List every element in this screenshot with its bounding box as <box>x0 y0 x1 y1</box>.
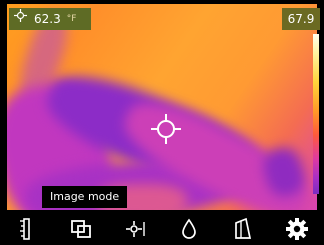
spot-target-icon <box>14 8 27 30</box>
palette-button[interactable] <box>227 215 259 243</box>
scale-max-readout: 67.9 <box>282 8 320 30</box>
image-mode-button[interactable] <box>65 215 97 243</box>
thermal-camera-screen: 62.3 °F 67.9 Image mode <box>0 0 324 245</box>
temperature-color-scale <box>313 34 319 194</box>
spot-temperature-value: 62.3 <box>34 12 61 26</box>
palette-icon <box>235 217 252 239</box>
emissivity-drop-icon <box>182 218 196 239</box>
scale-button[interactable] <box>11 215 43 243</box>
gear-icon <box>286 217 308 240</box>
emissivity-button[interactable] <box>173 215 205 243</box>
bottom-toolbar <box>0 212 324 245</box>
thermometer-scale-icon <box>20 217 30 240</box>
spot-meter-button[interactable] <box>119 215 151 243</box>
tooltip-image-mode: Image mode <box>42 186 128 208</box>
image-mode-icon <box>71 219 91 238</box>
spot-temperature-readout: 62.3 °F <box>9 8 91 30</box>
spot-temperature-unit: °F <box>66 14 77 24</box>
settings-button[interactable] <box>281 215 313 243</box>
spot-crosshair-icon <box>126 220 145 237</box>
thermal-image <box>7 4 317 210</box>
center-crosshair-icon <box>151 114 181 144</box>
